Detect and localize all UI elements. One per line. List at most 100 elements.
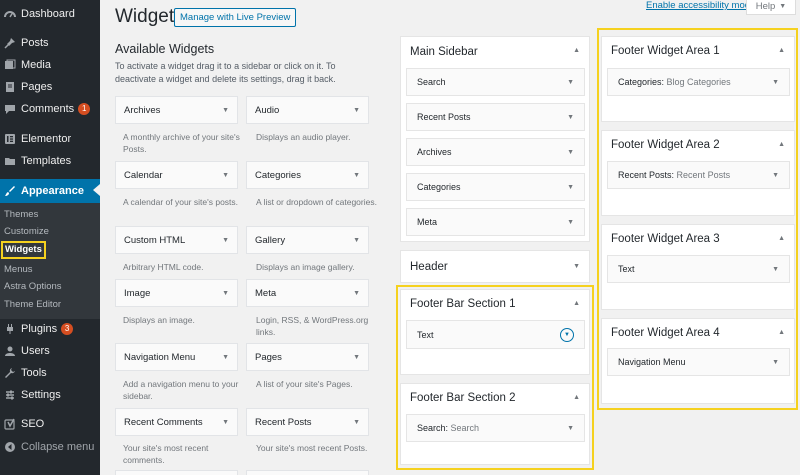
sidebar-widget-categories[interactable]: Categories: Blog Categories ▼ (607, 68, 790, 96)
submenu-theme-editor[interactable]: Theme Editor (4, 298, 61, 312)
caret-down-icon[interactable]: ▼ (222, 107, 229, 114)
widget-instance-title: Recent Posts (676, 170, 731, 180)
caret-up-icon[interactable]: ▲ (778, 329, 785, 336)
caret-down-icon[interactable]: ▼ (567, 184, 574, 191)
settings-sliders-icon (3, 388, 17, 402)
caret-down-icon[interactable]: ▼ (222, 419, 229, 426)
caret-down-icon[interactable]: ▼ (353, 237, 360, 244)
sidebar-widget-text[interactable]: Text ▼ (406, 320, 585, 349)
expand-circle-icon[interactable]: ▼ (560, 327, 574, 342)
widget-audio[interactable]: Audio ▼ (246, 96, 369, 124)
widget-gallery[interactable]: Gallery ▼ (246, 226, 369, 254)
widget-recent-posts[interactable]: Recent Posts ▼ (246, 408, 369, 436)
caret-up-icon[interactable]: ▲ (573, 47, 580, 54)
caret-up-icon[interactable]: ▲ (573, 394, 580, 401)
widget-image[interactable]: Image ▼ (115, 279, 238, 307)
caret-down-icon[interactable]: ▼ (353, 107, 360, 114)
menu-media[interactable]: Media (0, 54, 100, 76)
sidebar-widget-text[interactable]: Text ▼ (607, 255, 790, 283)
widget-instance-title: Search (450, 423, 480, 433)
menu-tools[interactable]: Tools (0, 362, 100, 384)
widget-partial[interactable] (246, 470, 369, 475)
caret-up-icon[interactable]: ▲ (778, 235, 785, 242)
sidebar-widget-search[interactable]: Search ▼ (406, 68, 585, 96)
widget-custom-html[interactable]: Custom HTML ▼ (115, 226, 238, 254)
menu-plugins[interactable]: Plugins 3 (0, 318, 100, 340)
menu-posts[interactable]: Posts (0, 32, 100, 54)
menu-elementor[interactable]: Elementor (0, 128, 100, 150)
caret-down-icon[interactable]: ▼ (567, 79, 574, 86)
widget-archives[interactable]: Archives ▼ (115, 96, 238, 124)
sidebar-footer-bar-1[interactable]: Footer Bar Section 1 ▲ Text ▼ (400, 289, 590, 375)
submenu-widgets[interactable]: Widgets (1, 241, 46, 259)
sidebar-footer-area-1[interactable]: Footer Widget Area 1 ▲ Categories: Blog … (601, 36, 795, 122)
widget-navigation-menu[interactable]: Navigation Menu ▼ (115, 343, 238, 371)
sidebar-footer-area-3[interactable]: Footer Widget Area 3 ▲ Text ▼ (601, 224, 795, 310)
caret-down-icon[interactable]: ▼ (222, 290, 229, 297)
media-icon (3, 58, 17, 72)
submenu-astra-options[interactable]: Astra Options (4, 280, 62, 294)
widget-meta[interactable]: Meta ▼ (246, 279, 369, 307)
widget-description: A monthly archive of your site's Posts. (123, 132, 240, 154)
caret-down-icon[interactable]: ▼ (772, 79, 779, 86)
widget-pages[interactable]: Pages ▼ (246, 343, 369, 371)
widget-recent-comments[interactable]: Recent Comments ▼ (115, 408, 238, 436)
caret-down-icon[interactable]: ▼ (772, 172, 779, 179)
sidebar-widget-archives[interactable]: Archives ▼ (406, 138, 585, 166)
menu-pages[interactable]: Pages (0, 76, 100, 98)
manage-live-preview-button[interactable]: Manage with Live Preview (174, 8, 297, 27)
menu-label: Plugins (21, 323, 58, 335)
sidebar-widget-categories[interactable]: Categories ▼ (406, 173, 585, 201)
caret-down-icon[interactable]: ▼ (567, 114, 574, 121)
menu-settings[interactable]: Settings (0, 384, 100, 406)
menu-appearance[interactable]: Appearance (0, 179, 100, 203)
menu-templates[interactable]: Templates (0, 150, 100, 172)
menu-seo[interactable]: SEO (0, 413, 100, 435)
caret-down-icon[interactable]: ▼ (353, 290, 360, 297)
help-tab-button[interactable]: Help ▼ (746, 0, 796, 15)
widget-title: Categories (255, 169, 301, 181)
sidebar-widget-search[interactable]: Search: Search ▼ (406, 414, 585, 442)
caret-down-icon[interactable]: ▼ (567, 425, 574, 432)
menu-dashboard[interactable]: Dashboard (0, 3, 100, 25)
sidebar-footer-bar-2[interactable]: Footer Bar Section 2 ▲ Search: Search ▼ (400, 383, 590, 465)
enable-accessibility-link[interactable]: Enable accessibility mode (646, 0, 755, 11)
caret-up-icon[interactable]: ▲ (778, 47, 785, 54)
caret-down-icon[interactable]: ▼ (772, 266, 779, 273)
caret-up-icon[interactable]: ▲ (573, 300, 580, 307)
caret-down-icon[interactable]: ▼ (353, 172, 360, 179)
caret-up-icon[interactable]: ▲ (778, 141, 785, 148)
widget-title: Meta (417, 217, 438, 227)
submenu-themes[interactable]: Themes (4, 208, 38, 222)
caret-down-icon[interactable]: ▼ (567, 149, 574, 156)
widget-categories[interactable]: Categories ▼ (246, 161, 369, 189)
sidebar-widget-recent-posts[interactable]: Recent Posts: Recent Posts ▼ (607, 161, 790, 189)
caret-down-icon[interactable]: ▼ (353, 354, 360, 361)
caret-down-icon[interactable]: ▼ (222, 354, 229, 361)
sidebar-title: Footer Widget Area 3 (611, 233, 720, 245)
sidebar-header[interactable]: Header ▼ (400, 250, 590, 283)
widget-partial[interactable] (115, 470, 238, 475)
menu-users[interactable]: Users (0, 340, 100, 362)
caret-down-icon[interactable]: ▼ (772, 359, 779, 366)
caret-down-icon[interactable]: ▼ (353, 419, 360, 426)
collapse-icon (3, 440, 17, 454)
submenu-customize[interactable]: Customize (4, 225, 49, 239)
submenu-menus[interactable]: Menus (4, 263, 33, 277)
caret-down-icon[interactable]: ▼ (222, 172, 229, 179)
menu-label: Elementor (21, 133, 72, 145)
sidebar-footer-area-4[interactable]: Footer Widget Area 4 ▲ Navigation Menu ▼ (601, 318, 795, 404)
menu-label: Appearance (21, 185, 84, 197)
sidebar-widget-meta[interactable]: Meta ▼ (406, 208, 585, 236)
collapse-menu-button[interactable]: Collapse menu (0, 436, 100, 458)
pushpin-icon (3, 36, 17, 50)
caret-down-icon[interactable]: ▼ (222, 237, 229, 244)
caret-down-icon[interactable]: ▼ (573, 263, 580, 270)
sidebar-widget-recent-posts[interactable]: Recent Posts ▼ (406, 103, 585, 131)
widget-calendar[interactable]: Calendar ▼ (115, 161, 238, 189)
menu-comments[interactable]: Comments 1 (0, 98, 100, 120)
sidebar-widget-navigation-menu[interactable]: Navigation Menu ▼ (607, 348, 790, 376)
caret-down-icon[interactable]: ▼ (567, 219, 574, 226)
sidebar-main[interactable]: Main Sidebar ▲ Search ▼ Recent Posts ▼ A… (400, 36, 590, 242)
sidebar-footer-area-2[interactable]: Footer Widget Area 2 ▲ Recent Posts: Rec… (601, 130, 795, 216)
